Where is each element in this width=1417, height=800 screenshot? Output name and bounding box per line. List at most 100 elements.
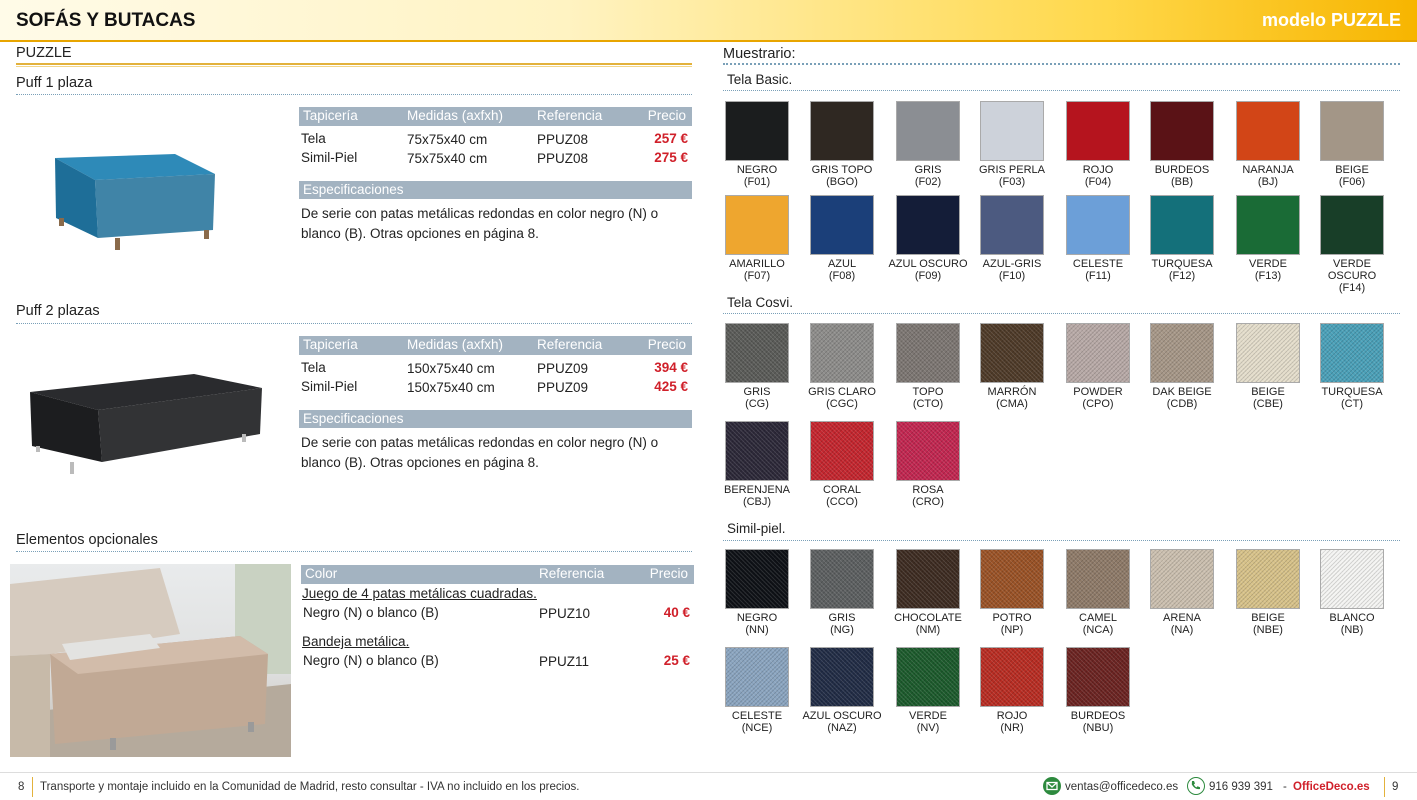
swatch-name: MARRÓN xyxy=(987,386,1037,398)
page-number-right: 9 xyxy=(1392,781,1399,793)
swatch-label: POTRO (NP) xyxy=(969,612,1055,636)
swatch-label: BLANCO (NB) xyxy=(1309,612,1395,636)
phone-icon xyxy=(1187,777,1205,795)
swatch-code: (F11) xyxy=(1085,270,1111,282)
price: 257 € xyxy=(654,131,688,146)
options-table: Color Referencia Precio Juego de 4 patas… xyxy=(301,565,694,671)
swatch-cosvi-10 xyxy=(896,421,960,481)
swatch-code: (NCE) xyxy=(741,722,773,734)
options-title: Elementos opcionales xyxy=(16,532,158,548)
swatch-label: CELESTE (NCE) xyxy=(714,710,800,734)
swatch-label: GRIS TOPO (BGO) xyxy=(799,164,885,188)
table-row: Negro (N) o blanco (B) PPUZ10 40 € xyxy=(303,605,690,621)
swatch-basic-1 xyxy=(810,101,874,161)
footer-note: Transporte y montaje incluido en la Comu… xyxy=(40,781,580,793)
swatch-name: BLANCO xyxy=(1329,612,1375,624)
swatch-cosvi-1 xyxy=(810,323,874,383)
swatch-basic-14 xyxy=(1236,195,1300,255)
swatch-code: (BGO) xyxy=(826,176,858,188)
swatch-simil-6 xyxy=(1236,549,1300,609)
swatch-simil-8 xyxy=(725,647,789,707)
swatch-name: CELESTE xyxy=(1072,258,1124,270)
swatch-code: (NA) xyxy=(1170,624,1194,636)
table-row: Negro (N) o blanco (B) PPUZ11 25 € xyxy=(303,653,690,669)
swatch-basic-10 xyxy=(896,195,960,255)
swatch-code: (BB) xyxy=(1171,176,1193,188)
swatch-code: (F07) xyxy=(743,270,771,282)
swatch-code: (NM) xyxy=(915,624,941,636)
swatch-name: AZUL OSCURO xyxy=(888,258,968,270)
swatch-label: MARRÓN (CMA) xyxy=(969,386,1055,410)
swatch-code: (NN) xyxy=(745,624,769,636)
swatch-code: (NAZ) xyxy=(827,722,857,734)
swatch-name: GRIS xyxy=(914,164,942,176)
swatch-code: (CT) xyxy=(1341,398,1363,410)
email-icon xyxy=(1043,777,1061,795)
section-title: PUZZLE xyxy=(16,45,72,61)
swatch-name: DAK BEIGE xyxy=(1152,386,1212,398)
swatch-name: BEIGE xyxy=(1251,612,1285,624)
swatch-basic-2 xyxy=(896,101,960,161)
swatch-name: GRIS TOPO xyxy=(811,164,873,176)
swatch-label: TURQUESA (F12) xyxy=(1139,258,1225,282)
divider xyxy=(723,63,1400,65)
swatch-simil-12 xyxy=(1066,647,1130,707)
swatch-label: GRIS (CG) xyxy=(714,386,800,410)
swatch-cosvi-2 xyxy=(896,323,960,383)
swatch-basic-6 xyxy=(1236,101,1300,161)
swatch-name: GRIS CLARO xyxy=(808,386,876,398)
page-number-left: 8 xyxy=(18,781,25,793)
samples-title: Muestrario: xyxy=(723,46,796,62)
swatch-code: (CTO) xyxy=(912,398,944,410)
swatch-code: (NG) xyxy=(830,624,854,636)
swatch-name: VERDE OSCURO xyxy=(1327,258,1377,282)
swatch-name: NARANJA xyxy=(1242,164,1294,176)
email-link[interactable]: ventas@officedeco.es xyxy=(1065,781,1178,793)
divider xyxy=(1384,777,1385,797)
swatch-code: (CG) xyxy=(745,398,769,410)
swatch-basic-3 xyxy=(980,101,1044,161)
swatch-code: (F08) xyxy=(828,270,856,282)
puff-2-image xyxy=(22,370,272,480)
swatch-simil-11 xyxy=(980,647,1044,707)
swatch-code: (NP) xyxy=(1000,624,1024,636)
swatch-name: VERDE xyxy=(909,710,947,722)
swatch-name: BURDEOS xyxy=(1154,164,1210,176)
swatch-name: AZUL xyxy=(827,258,857,270)
swatch-code: (CMA) xyxy=(996,398,1028,410)
swatch-cosvi-3 xyxy=(980,323,1044,383)
swatch-code: (CGC) xyxy=(826,398,858,410)
swatch-label: CHOCOLATE (NM) xyxy=(885,612,971,636)
swatch-simil-7 xyxy=(1320,549,1384,609)
swatch-code: (F03) xyxy=(998,176,1026,188)
separator: - xyxy=(1283,781,1287,793)
swatch-code: (NR) xyxy=(1000,722,1024,734)
brand-link[interactable]: OfficeDeco.es xyxy=(1293,781,1370,793)
swatch-code: (CRO) xyxy=(912,496,944,508)
swatch-name: ROSA xyxy=(912,484,944,496)
swatch-code: (NBE) xyxy=(1253,624,1283,636)
swatch-label: CELESTE (F11) xyxy=(1055,258,1141,282)
swatch-label: AMARILLO (F07) xyxy=(714,258,800,282)
divider xyxy=(16,94,692,95)
swatch-name: AZUL-GRIS xyxy=(982,258,1042,270)
swatch-label: AZUL OSCURO (F09) xyxy=(885,258,971,282)
table-row: Simil-Piel 150x75x40 cm PPUZ09 425 € xyxy=(301,379,688,395)
swatch-label: CAMEL (NCA) xyxy=(1055,612,1141,636)
swatch-name: ARENA xyxy=(1163,612,1201,624)
swatch-name: BERENJENA xyxy=(723,484,791,496)
swatch-label: GRIS PERLA (F03) xyxy=(969,164,1055,188)
swatch-code: (F06) xyxy=(1338,176,1366,188)
option-name: Juego de 4 patas metálicas cuadradas. xyxy=(302,586,537,601)
divider xyxy=(723,540,1400,541)
phone-number[interactable]: 916 939 391 xyxy=(1209,781,1273,793)
swatch-label: AZUL-GRIS (F10) xyxy=(969,258,1055,282)
page-title: SOFÁS Y BUTACAS xyxy=(16,10,196,31)
table-header: Tapicería Medidas (axfxh) Referencia Pre… xyxy=(299,336,692,355)
swatch-cosvi-4 xyxy=(1066,323,1130,383)
swatch-label: POWDER (CPO) xyxy=(1055,386,1141,410)
spec-header: Especificaciones xyxy=(299,181,692,199)
swatch-label: CORAL (CCO) xyxy=(799,484,885,508)
swatch-basic-9 xyxy=(810,195,874,255)
swatch-basic-12 xyxy=(1066,195,1130,255)
